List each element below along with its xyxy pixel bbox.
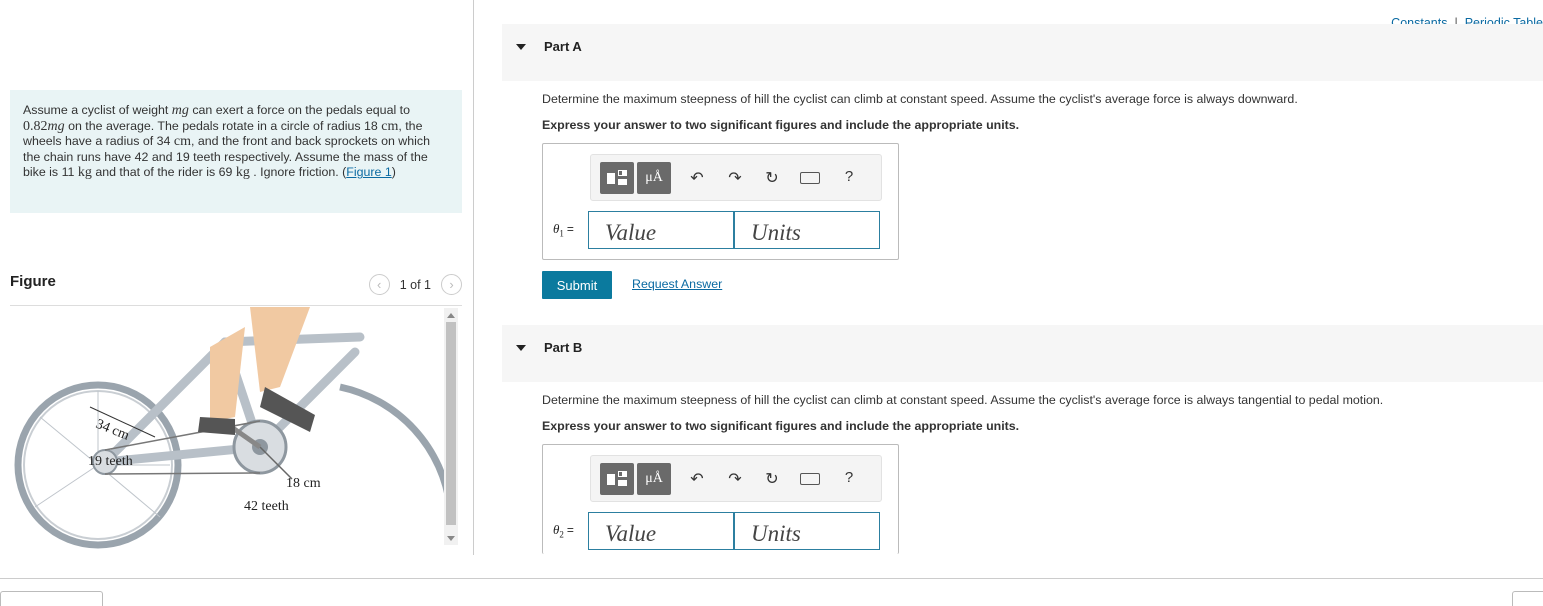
problem-text: on the average. The pedals rotate in a c…	[64, 118, 382, 133]
next-button[interactable]	[1512, 591, 1543, 606]
figure-link[interactable]: Figure 1	[346, 165, 391, 179]
part-a-math-toolbar: μÅ ↶ ↷ ↻ ?	[590, 154, 882, 201]
label-front-teeth: 42 teeth	[244, 499, 289, 514]
scroll-up-icon[interactable]	[447, 313, 455, 318]
part-a-answer-box: μÅ ↶ ↷ ↻ ? θ1 =	[542, 143, 899, 260]
figure-image: 34 cm 19 teeth 18 cm 42 teeth	[10, 307, 462, 553]
help-icon[interactable]: ?	[839, 168, 859, 185]
figure-pager: ‹ 1 of 1 ›	[368, 274, 462, 295]
part-b-value-input[interactable]	[588, 512, 734, 550]
part-b-units-input[interactable]	[734, 512, 880, 550]
bicycle-illustration: 34 cm 19 teeth 18 cm 42 teeth	[14, 307, 454, 549]
part-b-header[interactable]: Part B	[502, 325, 1543, 382]
math-mg: mg	[171, 103, 189, 118]
undo-icon[interactable]: ↶	[687, 469, 707, 489]
part-a-header[interactable]: Part A	[502, 24, 1543, 81]
submit-button[interactable]: Submit	[542, 271, 612, 299]
problem-text: )	[391, 165, 396, 180]
scroll-down-icon[interactable]	[447, 536, 455, 541]
part-b-title: Part B	[544, 340, 583, 355]
math-unit: cm	[381, 118, 399, 134]
part-a-value-input[interactable]	[588, 211, 734, 249]
chevron-right-icon[interactable]: ›	[441, 274, 462, 295]
scroll-thumb[interactable]	[446, 322, 456, 525]
figure-scrollbar[interactable]	[444, 308, 458, 545]
problem-statement: Assume a cyclist of weight mg can exert …	[10, 90, 462, 213]
label-wheel-radius: 34 cm	[94, 417, 132, 444]
figure-header: Figure ‹ 1 of 1 ›	[10, 270, 462, 306]
math-unit: kg	[77, 165, 92, 181]
redo-icon[interactable]: ↷	[725, 168, 745, 188]
keyboard-icon[interactable]	[800, 473, 820, 485]
part-b-answer-box: μÅ ↶ ↷ ↻ ? θ2 =	[542, 444, 899, 554]
caret-down-icon[interactable]	[516, 44, 526, 50]
reset-icon[interactable]: ↻	[762, 168, 782, 188]
units-button[interactable]: μÅ	[637, 162, 671, 194]
part-b-math-toolbar: μÅ ↶ ↷ ↻ ?	[590, 455, 882, 502]
equals-sign: =	[566, 222, 574, 236]
part-a-units-input[interactable]	[734, 211, 880, 249]
chevron-left-icon[interactable]: ‹	[368, 274, 390, 295]
caret-down-icon[interactable]	[516, 345, 526, 351]
part-b-instruction: Express your answer to two significant f…	[542, 419, 1020, 433]
template-icon[interactable]	[600, 162, 634, 194]
front-wheel-tire	[339, 383, 454, 508]
variable-subscript: 1	[559, 228, 564, 239]
problem-text: can exert a force on the pedals equal to	[188, 103, 410, 117]
equals-sign: =	[566, 523, 574, 537]
part-a-variable-label: θ1 =	[553, 221, 574, 239]
problem-text: . Ignore friction. (	[249, 165, 347, 180]
previous-button[interactable]	[0, 591, 103, 606]
problem-text: and that of the rider is 69	[91, 165, 236, 180]
app-root: Assume a cyclist of weight mg can exert …	[0, 0, 1543, 606]
help-icon[interactable]: ?	[839, 469, 859, 486]
part-a-title: Part A	[544, 39, 582, 54]
undo-icon[interactable]: ↶	[687, 168, 707, 188]
figure-title: Figure	[10, 273, 56, 290]
math-coefficient: 0.82	[23, 118, 48, 134]
part-b-variable-label: θ2 =	[553, 522, 574, 540]
problem-text: Assume a cyclist of weight	[23, 103, 172, 117]
keyboard-icon[interactable]	[800, 172, 820, 184]
pager-text: 1 of 1	[399, 277, 431, 292]
variable-subscript: 2	[559, 529, 564, 540]
part-a-question: Determine the maximum steepness of hill …	[542, 92, 1298, 106]
part-b-question: Determine the maximum steepness of hill …	[542, 393, 1384, 407]
math-mg: mg	[47, 118, 65, 134]
redo-icon[interactable]: ↷	[725, 469, 745, 489]
label-pedal-radius: 18 cm	[286, 476, 321, 491]
rider-leg	[250, 307, 310, 392]
reset-icon[interactable]: ↻	[762, 469, 782, 489]
left-panel: Assume a cyclist of weight mg can exert …	[0, 0, 474, 555]
bottom-nav-bar	[0, 578, 1543, 606]
math-unit: kg	[235, 165, 250, 181]
part-a-instruction: Express your answer to two significant f…	[542, 118, 1020, 132]
math-unit: cm	[173, 134, 191, 150]
request-answer-link[interactable]: Request Answer	[632, 277, 722, 291]
label-rear-teeth: 19 teeth	[88, 454, 133, 469]
template-icon[interactable]	[600, 463, 634, 495]
units-button[interactable]: μÅ	[637, 463, 671, 495]
